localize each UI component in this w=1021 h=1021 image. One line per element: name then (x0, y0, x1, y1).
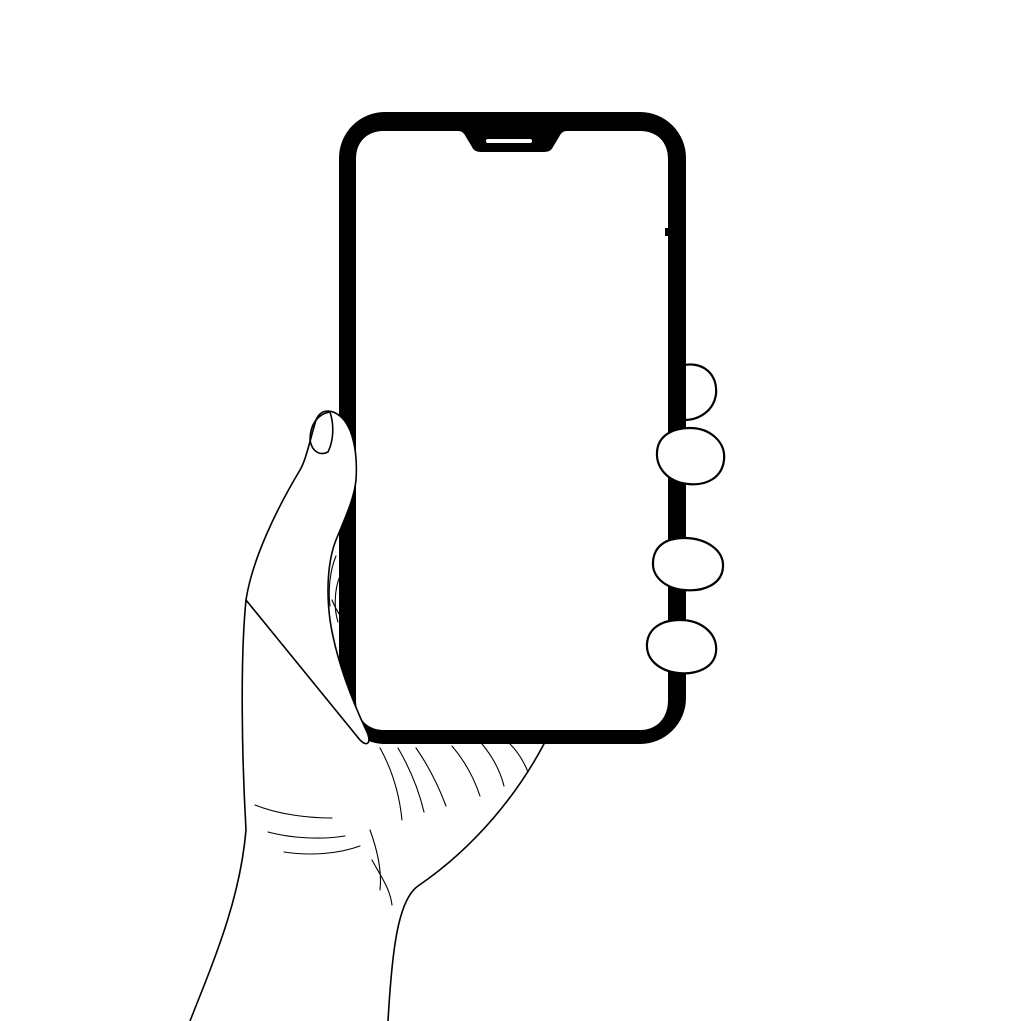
fingertip-middle (651, 536, 725, 592)
side-button (665, 228, 668, 236)
fingertip-index (655, 426, 726, 486)
fingertip-ring (645, 618, 718, 675)
hand-holding-phone-drawing (189, 112, 726, 1021)
phone-screen (356, 131, 668, 730)
speaker-grille (486, 139, 532, 143)
phone (339, 112, 686, 744)
illustration-canvas (0, 0, 1021, 1021)
